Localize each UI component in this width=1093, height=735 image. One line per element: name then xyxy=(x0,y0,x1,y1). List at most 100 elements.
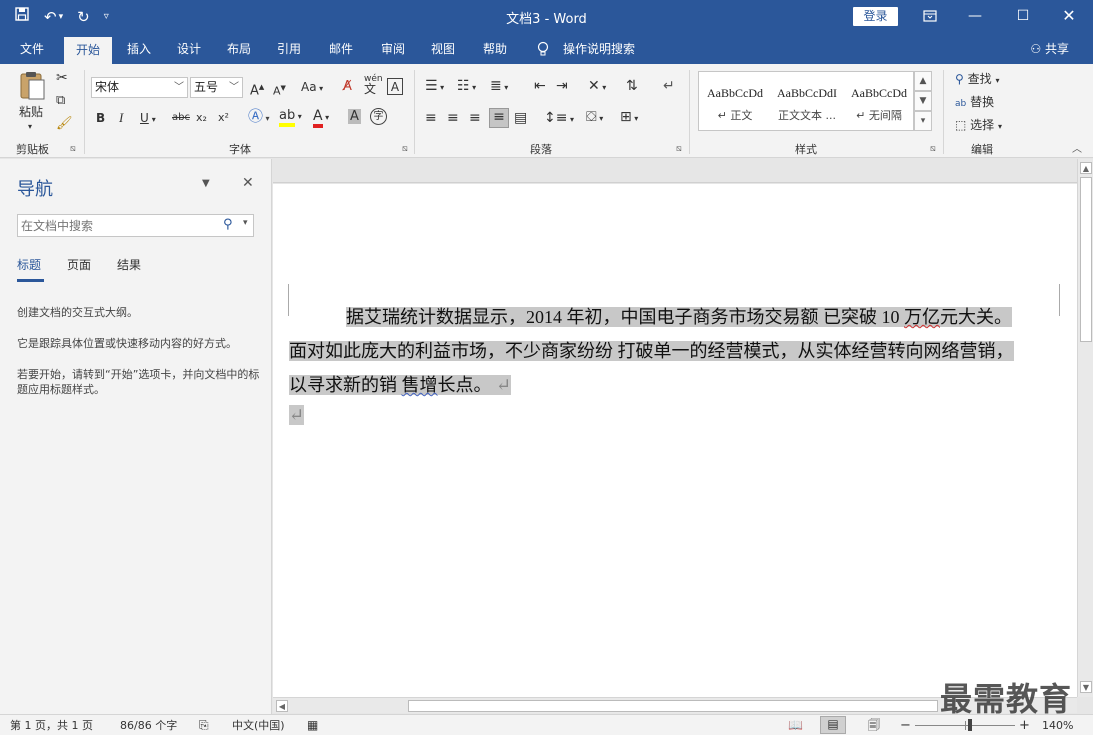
style-body-text[interactable]: AaBbCcDdI 正文文本 ... xyxy=(771,72,843,130)
redo-icon[interactable]: ↻ xyxy=(77,7,90,27)
justify-icon[interactable]: ≡ xyxy=(489,108,509,128)
tab-insert[interactable]: 插入 xyxy=(118,34,160,64)
style-no-spacing[interactable]: AaBbCcDd ↵ 无间隔 xyxy=(843,72,915,130)
save-icon[interactable] xyxy=(14,6,30,27)
copy-icon[interactable]: ⧉ xyxy=(56,93,65,109)
chevron-down-icon[interactable]: ▾ xyxy=(243,218,248,228)
font-launcher-icon[interactable]: ⧅ xyxy=(402,144,408,154)
change-case-button[interactable]: Aa ▾ xyxy=(301,79,323,97)
paragraph-launcher-icon[interactable]: ⧅ xyxy=(676,144,682,154)
superscript-button[interactable]: x² xyxy=(218,110,229,126)
nav-tab-results[interactable]: 结果 xyxy=(117,256,141,273)
horizontal-scroll-thumb[interactable] xyxy=(408,700,938,712)
tab-design[interactable]: 设计 xyxy=(168,34,210,64)
chevron-down-icon[interactable]: ▼ xyxy=(914,91,932,111)
underline-button[interactable]: U ▾ xyxy=(140,110,156,128)
tab-layout[interactable]: 布局 xyxy=(218,34,260,64)
close-icon[interactable]: ✕ xyxy=(242,175,254,191)
strikethrough-button[interactable]: abc xyxy=(172,110,190,126)
nav-search-input[interactable] xyxy=(18,215,213,236)
enclose-characters-button[interactable]: 字 xyxy=(370,108,387,125)
tell-me-search[interactable]: 操作说明搜索 xyxy=(556,34,642,64)
print-layout-icon[interactable]: ▤ xyxy=(820,716,846,734)
align-left-icon[interactable]: ≡ xyxy=(425,110,437,126)
grow-font-icon[interactable]: A▲ xyxy=(250,79,264,99)
font-name-combo[interactable]: 宋体 ﹀ xyxy=(91,77,188,98)
borders-icon[interactable]: ⊞ ▾ xyxy=(620,109,638,127)
close-window-icon[interactable]: ✕ xyxy=(1054,5,1084,27)
multilevel-list-icon[interactable]: ≣ ▾ xyxy=(490,78,508,96)
select-button[interactable]: ⬚ 选择 ▾ xyxy=(955,117,1002,135)
proofing-icon[interactable]: ⎘ xyxy=(199,718,209,733)
cut-icon[interactable]: ✂ xyxy=(56,70,68,86)
clipboard-launcher-icon[interactable]: ⧅ xyxy=(70,144,76,154)
character-border-button[interactable]: A xyxy=(387,78,403,95)
increase-indent-icon[interactable]: ⇥ xyxy=(556,78,568,94)
tab-mailings[interactable]: 邮件 xyxy=(320,34,362,64)
collapse-ribbon-icon[interactable]: ︿ xyxy=(1072,142,1082,158)
text-effects-icon[interactable]: Ⓐ ▾ xyxy=(248,108,270,127)
clear-formatting-icon[interactable]: A̸ xyxy=(343,79,352,95)
tab-home[interactable]: 开始 xyxy=(64,37,112,64)
format-painter-icon[interactable]: 🖌 xyxy=(56,116,73,132)
paste-button[interactable] xyxy=(18,70,46,106)
language-status[interactable]: 中文(中国) xyxy=(232,718,285,733)
show-paragraph-marks-icon[interactable]: ↵ xyxy=(663,78,675,94)
nav-tab-headings[interactable]: 标题 xyxy=(17,256,41,273)
word-count[interactable]: 86/86 个字 xyxy=(120,718,177,733)
style-normal[interactable]: AaBbCcDd ↵ 正文 xyxy=(699,72,771,130)
nav-tab-pages[interactable]: 页面 xyxy=(67,256,91,273)
tab-help[interactable]: 帮助 xyxy=(474,34,516,64)
shading-icon[interactable]: ⛋ ▾ xyxy=(586,109,603,127)
tab-references[interactable]: 引用 xyxy=(268,34,310,64)
ribbon-display-options-icon[interactable] xyxy=(915,5,945,27)
shrink-font-icon[interactable]: A▼ xyxy=(273,80,286,100)
vertical-scrollbar[interactable]: ▲ ▼ xyxy=(1077,159,1093,697)
highlight-color-icon[interactable]: ab ▾ xyxy=(279,108,302,127)
line-spacing-icon[interactable]: ↕≡ ▾ xyxy=(544,110,574,128)
bold-button[interactable]: B xyxy=(96,110,105,126)
chevron-up-icon[interactable]: ▲ xyxy=(914,71,932,91)
distributed-icon[interactable]: ▤ xyxy=(514,110,527,126)
tab-review[interactable]: 审阅 xyxy=(372,34,414,64)
asian-layout-icon[interactable]: ✕ ▾ xyxy=(588,78,606,96)
undo-dropdown-icon[interactable]: ▾ xyxy=(59,7,64,27)
sort-icon[interactable]: ⇅ xyxy=(626,78,638,94)
undo-icon[interactable]: ↶ xyxy=(44,7,57,27)
subscript-button[interactable]: x₂ xyxy=(196,110,207,126)
search-icon[interactable]: ⚲ xyxy=(223,217,233,232)
scroll-up-icon[interactable]: ▲ xyxy=(1080,162,1092,174)
font-color-icon[interactable]: A ▾ xyxy=(313,108,329,128)
vertical-scroll-thumb[interactable] xyxy=(1080,177,1092,342)
read-mode-icon[interactable]: 📖 xyxy=(788,718,803,733)
zoom-slider-thumb[interactable] xyxy=(968,719,972,731)
scroll-down-icon[interactable]: ▼ xyxy=(1080,681,1092,693)
tab-view[interactable]: 视图 xyxy=(422,34,464,64)
find-button[interactable]: ⚲ 查找 ▾ xyxy=(955,71,999,89)
customize-qat-icon[interactable]: ▿ xyxy=(104,7,109,27)
italic-button[interactable]: I xyxy=(119,110,123,126)
share-button[interactable]: ⚇ 共享 xyxy=(1030,34,1069,64)
page-count[interactable]: 第 1 页，共 1 页 xyxy=(10,718,93,733)
numbering-icon[interactable]: ☷ ▾ xyxy=(457,78,476,96)
paste-dropdown-icon[interactable]: ▾ xyxy=(28,119,32,135)
styles-launcher-icon[interactable]: ⧅ xyxy=(930,144,936,154)
character-shading-icon[interactable]: A xyxy=(348,109,361,125)
phonetic-guide-button[interactable]: wén 文 xyxy=(364,74,383,96)
maximize-icon[interactable]: ☐ xyxy=(1008,5,1038,27)
zoom-in-button[interactable]: + xyxy=(1019,718,1030,733)
login-button[interactable]: 登录 xyxy=(853,7,898,26)
macro-icon[interactable]: ▦ xyxy=(307,718,318,733)
web-layout-icon[interactable]: 🗐 xyxy=(868,718,880,733)
scroll-left-icon[interactable]: ◀ xyxy=(276,700,288,712)
zoom-level[interactable]: 140% xyxy=(1042,718,1073,733)
document-page[interactable] xyxy=(273,184,1077,697)
bullets-icon[interactable]: ☰ ▾ xyxy=(425,78,444,96)
replace-button[interactable]: ab 替换 xyxy=(955,94,994,112)
document-body[interactable]: 据艾瑞统计数据显示，2014 年初，中国电子商务市场交易额 已突破 10 万亿元… xyxy=(289,300,1061,428)
decrease-indent-icon[interactable]: ⇤ xyxy=(534,78,546,94)
nav-options-icon[interactable]: ▼ xyxy=(202,178,210,189)
align-center-icon[interactable]: ≡ xyxy=(447,110,459,126)
align-right-icon[interactable]: ≡ xyxy=(469,110,481,126)
font-size-combo[interactable]: 五号 ﹀ xyxy=(190,77,243,98)
